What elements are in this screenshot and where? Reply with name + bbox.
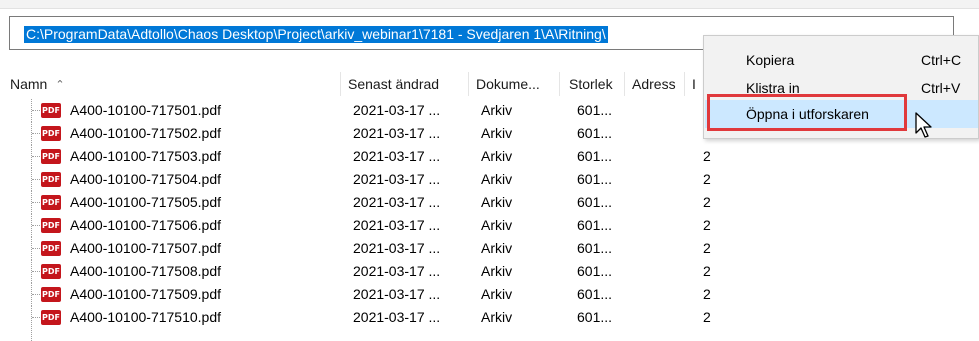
file-extra: 2 bbox=[703, 263, 711, 279]
pdf-file-icon: PDF bbox=[41, 195, 61, 210]
file-name: A400-10100-717503.pdf bbox=[70, 148, 222, 164]
file-extra: 2 bbox=[703, 194, 711, 210]
column-header-doctype[interactable]: Dokume... bbox=[476, 72, 540, 96]
file-row[interactable]: PDF A400-10100-717505.pdf 2021-03-17 ... Ar… bbox=[0, 191, 979, 214]
pdf-file-icon: PDF bbox=[41, 264, 61, 279]
file-doctype: Arkiv bbox=[481, 125, 513, 141]
file-doctype: Arkiv bbox=[481, 240, 513, 256]
column-divider[interactable] bbox=[468, 72, 469, 96]
file-row[interactable]: PDF A400-10100-717506.pdf 2021-03-17 ... Ar… bbox=[0, 214, 979, 237]
path-text-selected: C:\ProgramData\Adtollo\Chaos Desktop\Pro… bbox=[24, 26, 608, 43]
file-name: A400-10100-717507.pdf bbox=[70, 240, 222, 256]
file-size: 601... bbox=[577, 148, 613, 164]
file-doctype: Arkiv bbox=[481, 194, 513, 210]
file-size: 601... bbox=[577, 102, 613, 118]
file-modified: 2021-03-17 ... bbox=[353, 171, 441, 187]
tree-branch bbox=[32, 202, 40, 203]
column-header-extra[interactable]: I bbox=[692, 72, 696, 96]
file-doctype: Arkiv bbox=[481, 171, 513, 187]
tree-branch bbox=[32, 110, 40, 111]
file-name: A400-10100-717504.pdf bbox=[70, 171, 222, 187]
file-name: A400-10100-717506.pdf bbox=[70, 217, 222, 233]
callout-highlight-box bbox=[707, 94, 907, 131]
file-modified: 2021-03-17 ... bbox=[353, 194, 441, 210]
file-name: A400-10100-717501.pdf bbox=[70, 102, 222, 118]
file-modified: 2021-03-17 ... bbox=[353, 286, 441, 302]
file-row[interactable]: PDF A400-10100-717507.pdf 2021-03-17 ... Ar… bbox=[0, 237, 979, 260]
pdf-file-icon: PDF bbox=[41, 241, 61, 256]
pdf-file-icon: PDF bbox=[41, 287, 61, 302]
tree-branch bbox=[32, 179, 40, 180]
tree-branch bbox=[32, 248, 40, 249]
column-divider[interactable] bbox=[684, 72, 685, 96]
file-size: 601... bbox=[577, 217, 613, 233]
file-extra: 2 bbox=[703, 171, 711, 187]
file-size: 601... bbox=[577, 194, 613, 210]
file-extra: 2 bbox=[703, 148, 711, 164]
pdf-file-icon: PDF bbox=[41, 172, 61, 187]
file-row[interactable]: PDF A400-10100-717504.pdf 2021-03-17 ... Ar… bbox=[0, 168, 979, 191]
window-top-edge bbox=[0, 0, 979, 9]
tree-branch bbox=[32, 156, 40, 157]
column-divider[interactable] bbox=[340, 72, 341, 96]
file-extra: 2 bbox=[703, 286, 711, 302]
file-name: A400-10100-717502.pdf bbox=[70, 125, 222, 141]
file-size: 601... bbox=[577, 263, 613, 279]
file-modified: 2021-03-17 ... bbox=[353, 217, 441, 233]
tree-branch bbox=[32, 225, 40, 226]
file-doctype: Arkiv bbox=[481, 263, 513, 279]
menu-item-copy-label: Kopiera bbox=[746, 52, 795, 68]
file-modified: 2021-03-17 ... bbox=[353, 102, 441, 118]
column-header-name-label: Namn bbox=[10, 76, 48, 92]
column-header-name[interactable]: Namn ⌃ bbox=[10, 72, 65, 96]
tree-branch bbox=[32, 133, 40, 134]
sort-ascending-icon: ⌃ bbox=[55, 79, 65, 91]
file-size: 601... bbox=[577, 240, 613, 256]
column-divider[interactable] bbox=[559, 72, 560, 96]
file-row[interactable]: PDF A400-10100-717503.pdf 2021-03-17 ... Ar… bbox=[0, 145, 979, 168]
file-modified: 2021-03-17 ... bbox=[353, 240, 441, 256]
pdf-file-icon: PDF bbox=[41, 126, 61, 141]
file-name: A400-10100-717508.pdf bbox=[70, 263, 222, 279]
file-extra: 2 bbox=[703, 217, 711, 233]
file-doctype: Arkiv bbox=[481, 148, 513, 164]
file-modified: 2021-03-17 ... bbox=[353, 263, 441, 279]
file-row[interactable]: PDF A400-10100-717508.pdf 2021-03-17 ... Ar… bbox=[0, 260, 979, 283]
pdf-file-icon: PDF bbox=[41, 218, 61, 233]
file-size: 601... bbox=[577, 171, 613, 187]
file-size: 601... bbox=[577, 286, 613, 302]
file-modified: 2021-03-17 ... bbox=[353, 148, 441, 164]
menu-item-copy-shortcut: Ctrl+C bbox=[921, 52, 962, 68]
file-extra: 2 bbox=[703, 240, 711, 256]
column-header-size[interactable]: Storlek bbox=[569, 72, 613, 96]
menu-item-paste-shortcut: Ctrl+V bbox=[921, 80, 961, 96]
tree-branch bbox=[32, 271, 40, 272]
file-size: 601... bbox=[577, 125, 613, 141]
file-name: A400-10100-717509.pdf bbox=[70, 286, 222, 302]
file-name: A400-10100-717505.pdf bbox=[70, 194, 222, 210]
file-modified: 2021-03-17 ... bbox=[353, 125, 441, 141]
column-header-modified[interactable]: Senast ändrad bbox=[348, 72, 439, 96]
tree-branch bbox=[32, 294, 40, 295]
mouse-pointer-icon bbox=[915, 112, 932, 138]
file-doctype: Arkiv bbox=[481, 102, 513, 118]
pdf-file-icon: PDF bbox=[41, 103, 61, 118]
menu-item-copy[interactable]: Kopiera Ctrl+C bbox=[705, 46, 978, 74]
column-header-address[interactable]: Adress bbox=[632, 72, 676, 96]
file-doctype: Arkiv bbox=[481, 286, 513, 302]
file-row[interactable]: PDF A400-10100-717509.pdf 2021-03-17 ... Ar… bbox=[0, 283, 979, 306]
pdf-file-icon: PDF bbox=[41, 149, 61, 164]
file-doctype: Arkiv bbox=[481, 217, 513, 233]
column-divider[interactable] bbox=[624, 72, 625, 96]
